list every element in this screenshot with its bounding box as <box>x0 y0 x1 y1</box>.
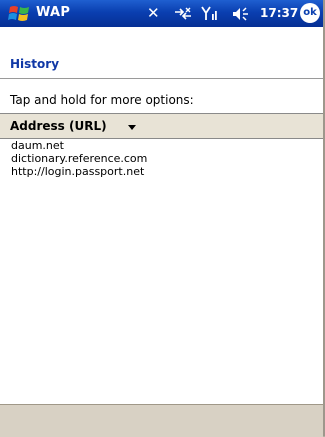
page-title: History <box>10 57 60 71</box>
instructions-text: Tap and hold for more options: <box>10 93 194 107</box>
list-item[interactable]: dictionary.reference.com <box>11 152 147 166</box>
page-title-bar: History <box>0 27 323 75</box>
column-header-label: Address (URL) <box>10 119 107 133</box>
signal-icon[interactable] <box>201 6 217 21</box>
ok-button[interactable]: ok <box>300 3 320 23</box>
column-header-address[interactable]: Address (URL) <box>0 113 323 139</box>
connectivity-icon[interactable] <box>174 7 192 21</box>
list-item[interactable]: daum.net <box>11 139 64 153</box>
list-item[interactable]: http://login.passport.net <box>11 165 144 179</box>
speaker-icon[interactable] <box>232 7 250 21</box>
tools-icon[interactable]: ✕ <box>147 5 160 22</box>
sort-down-icon[interactable] <box>128 125 136 130</box>
screen: WAP ✕ 17:37 ok History Tap and hold for … <box>0 0 323 437</box>
taskbar: WAP ✕ 17:37 ok <box>0 0 323 27</box>
title-divider <box>0 78 323 79</box>
start-flag-icon[interactable] <box>8 4 30 23</box>
menu-bar <box>0 404 323 437</box>
app-title: WAP <box>36 5 71 20</box>
clock[interactable]: 17:37 <box>260 6 298 20</box>
